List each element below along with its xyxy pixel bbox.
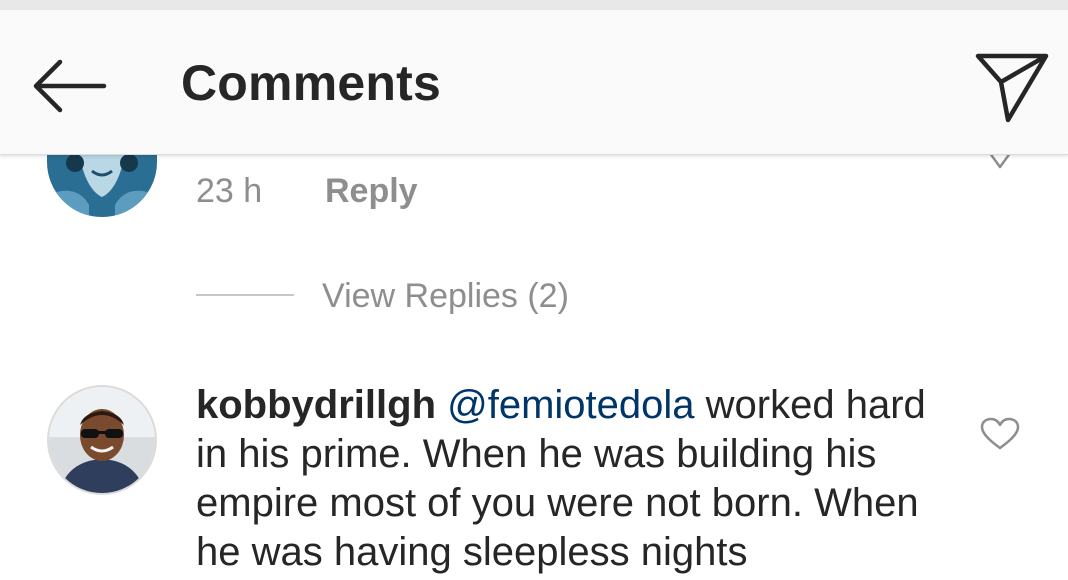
- like-heart-icon[interactable]: [980, 155, 1020, 173]
- avatar[interactable]: [47, 155, 157, 217]
- share-button[interactable]: [972, 50, 1052, 124]
- paper-plane-icon: [975, 53, 1049, 123]
- back-button[interactable]: [30, 56, 110, 116]
- page-title: Comments: [181, 55, 441, 111]
- like-heart-icon[interactable]: [980, 417, 1020, 451]
- comment-text: kobbydrillgh @femiotedola worked hard in…: [196, 381, 956, 577]
- comment-timestamp: 23 h: [196, 172, 263, 210]
- mention-link[interactable]: @femiotedola: [447, 383, 694, 427]
- avatar[interactable]: [47, 385, 157, 495]
- comments-list: 23 h Reply View Replies (2) kobbydrillgh…: [0, 155, 1068, 580]
- divider-line: [196, 294, 294, 296]
- comments-header: Comments: [0, 10, 1068, 155]
- arrow-left-icon: [33, 59, 107, 113]
- reply-button[interactable]: Reply: [325, 172, 418, 211]
- comment-username[interactable]: kobbydrillgh: [196, 383, 436, 427]
- status-bar: [0, 0, 1068, 10]
- view-replies-button[interactable]: View Replies (2): [322, 277, 569, 316]
